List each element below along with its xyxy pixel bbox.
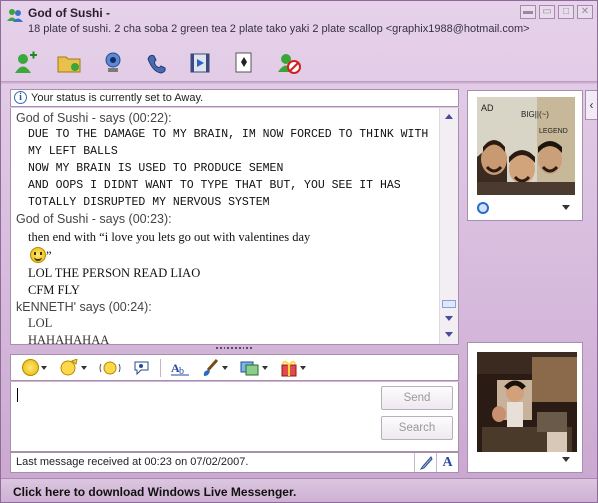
- contact-photo: AD BIG||(~) LEGEND: [477, 97, 575, 195]
- text-caret: [17, 388, 18, 402]
- video-call-icon: [105, 52, 121, 72]
- font-icon: Ab: [171, 361, 189, 377]
- minimize-icon[interactable]: ▬: [520, 5, 536, 19]
- dropdown-arrow-icon[interactable]: [562, 205, 570, 210]
- text-mode-icon: A: [442, 455, 453, 470]
- message-line: NOW MY BRAIN IS USED TO PRODUCE SEMEN: [28, 162, 284, 175]
- smiley-emoticon-icon: [30, 247, 46, 263]
- toolbar-divider: [160, 358, 161, 377]
- block-icon: [278, 54, 301, 74]
- video-call-button[interactable]: [99, 49, 127, 77]
- font-button[interactable]: Ab: [167, 358, 193, 378]
- gift-button[interactable]: [277, 358, 309, 378]
- restore-icon[interactable]: ▭: [539, 5, 555, 19]
- conversation-history[interactable]: God of Sushi - says (00:22): DUE TO THE …: [10, 108, 459, 345]
- message-line: HAHAHAHAA: [28, 333, 110, 345]
- voice-call-icon: [147, 54, 166, 74]
- message-header: kENNETH' says (00:24):: [16, 300, 152, 314]
- message-line: ”: [16, 247, 438, 265]
- wink-icon: [60, 358, 78, 375]
- voice-call-button[interactable]: [143, 49, 171, 77]
- message-header: God of Sushi - says (00:22):: [16, 111, 172, 125]
- webcam-icon[interactable]: [477, 202, 489, 214]
- photo-caption: LEGEND: [539, 128, 568, 135]
- conversation-scrollbar[interactable]: [439, 108, 458, 344]
- contact-name: God of Sushi -: [28, 6, 110, 20]
- display-pictures-button[interactable]: [237, 358, 271, 378]
- status-text: Your status is currently set to Away.: [31, 92, 204, 104]
- voice-clip-button[interactable]: [130, 358, 154, 378]
- message-line-text: ”: [46, 249, 52, 263]
- scroll-end-icon[interactable]: [445, 332, 453, 337]
- collapse-pictures-button[interactable]: ‹: [585, 90, 597, 120]
- info-icon: i: [14, 91, 27, 104]
- dropdown-arrow-icon: [222, 365, 228, 370]
- status-notice: i Your status is currently set to Away.: [10, 89, 459, 107]
- dropdown-arrow-icon: [300, 365, 306, 370]
- last-message-bar: Last message received at 00:23 on 07/02/…: [10, 452, 459, 473]
- message-line: then end with “i love you lets go out wi…: [28, 230, 311, 244]
- my-display-picture[interactable]: [467, 342, 583, 473]
- message-line: TOTALLY DISRUPTED MY NERVOUS SYSTEM: [28, 196, 270, 209]
- messenger-window: God of Sushi - 18 plate of sushi. 2 cha …: [0, 0, 598, 503]
- emoticon-icon: [22, 359, 39, 376]
- dropdown-arrow-icon[interactable]: [562, 457, 570, 462]
- photo-caption: AD: [481, 103, 494, 113]
- message-input[interactable]: Send Search: [10, 382, 459, 452]
- handwriting-mode-button[interactable]: [414, 453, 436, 472]
- conversation-content: God of Sushi - says (00:22): DUE TO THE …: [11, 108, 438, 344]
- invite-icon: [15, 51, 37, 73]
- nudge-icon: [99, 361, 121, 374]
- maximize-icon[interactable]: □: [558, 5, 574, 19]
- message-line: LOL: [28, 316, 53, 330]
- emoticons-button[interactable]: [19, 358, 50, 378]
- dropdown-arrow-icon: [81, 365, 87, 370]
- dropdown-arrow-icon: [262, 365, 268, 370]
- pictures-icon: [240, 361, 259, 375]
- buddy-icon: [7, 9, 23, 22]
- window-controls: ▬ ▭ □ ✕: [520, 5, 593, 19]
- dropdown-arrow-icon: [41, 365, 47, 370]
- input-mode-switcher: A: [414, 453, 458, 472]
- activities-icon: [190, 53, 210, 73]
- gift-icon: [281, 360, 297, 376]
- activities-button[interactable]: [187, 49, 215, 77]
- text-mode-button[interactable]: A: [436, 453, 458, 472]
- message-line: AND OOPS I DIDNT WANT TO TYPE THAT BUT, …: [28, 179, 401, 192]
- send-files-icon: [57, 56, 81, 73]
- close-icon[interactable]: ✕: [577, 5, 593, 19]
- last-message-text: Last message received at 00:23 on 07/02/…: [16, 456, 249, 468]
- scroll-thumb[interactable]: [442, 300, 456, 308]
- send-button[interactable]: Send: [381, 386, 453, 410]
- pane-splitter[interactable]: [216, 347, 252, 351]
- nudge-button[interactable]: [96, 358, 124, 378]
- personal-message: 18 plate of sushi. 2 cha soba 2 green te…: [28, 23, 530, 35]
- winks-button[interactable]: [56, 358, 90, 378]
- download-link[interactable]: Click here to download Windows Live Mess…: [1, 478, 597, 502]
- scroll-up-icon[interactable]: [445, 114, 453, 119]
- message-line: DUE TO THE DAMAGE TO MY BRAIN, IM NOW FO…: [28, 128, 429, 141]
- paintbrush-icon: [203, 358, 219, 376]
- toolbar-separator: [1, 81, 597, 85]
- message-header: God of Sushi - says (00:23):: [16, 212, 172, 226]
- toolbar: [1, 45, 597, 81]
- message-line: LOL THE PERSON READ LIAO: [28, 266, 201, 280]
- games-button[interactable]: [231, 49, 259, 77]
- invite-button[interactable]: [11, 49, 39, 77]
- photo-caption: BIG||(~): [521, 110, 549, 119]
- message-line: CFM FLY: [28, 283, 80, 297]
- contact-display-picture[interactable]: AD BIG||(~) LEGEND: [467, 90, 583, 221]
- pen-icon: [419, 455, 433, 470]
- send-files-button[interactable]: [55, 49, 83, 77]
- message-line: MY LEFT BALLS: [28, 145, 118, 158]
- background-button[interactable]: [199, 358, 231, 378]
- scroll-down-icon[interactable]: [445, 316, 453, 321]
- title-bar: God of Sushi - 18 plate of sushi. 2 cha …: [1, 1, 597, 43]
- games-icon: [235, 52, 252, 73]
- my-photo: [477, 352, 577, 452]
- formatting-toolbar: Ab: [10, 354, 459, 381]
- speech-bubble-icon: [134, 361, 149, 375]
- block-button[interactable]: [275, 49, 303, 77]
- search-button[interactable]: Search: [381, 416, 453, 440]
